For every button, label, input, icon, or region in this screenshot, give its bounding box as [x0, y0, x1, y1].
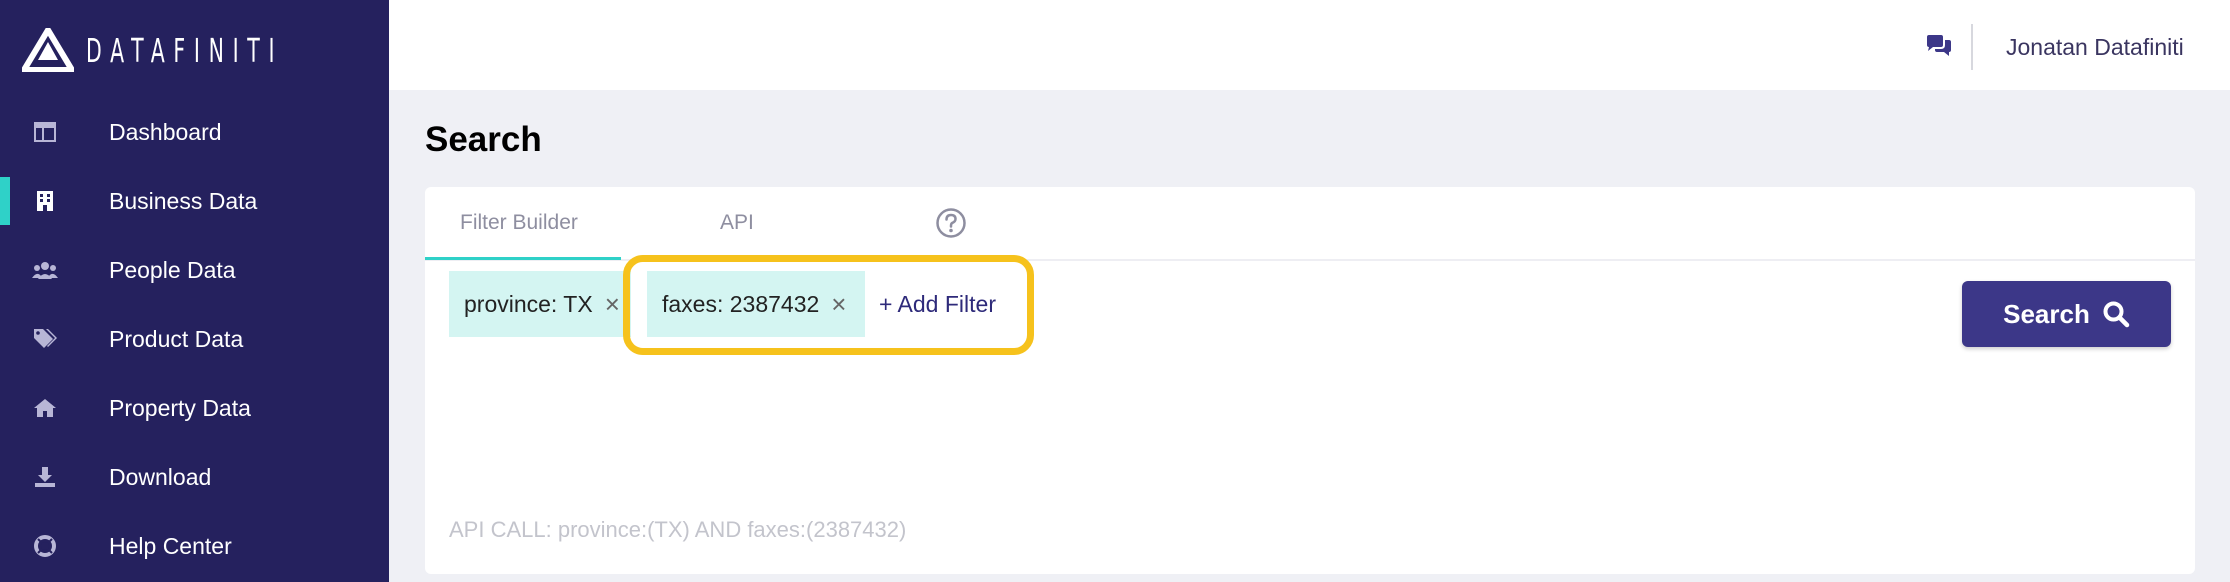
search-button[interactable]: Search: [1962, 281, 2171, 347]
tab-api[interactable]: API: [720, 211, 754, 235]
users-icon: [32, 257, 58, 283]
building-icon: [32, 188, 58, 214]
page-title: Search: [425, 120, 542, 159]
home-icon: [32, 395, 58, 421]
sidebar-item-label: People Data: [109, 256, 236, 283]
sidebar-item-label: Business Data: [109, 187, 258, 214]
sidebar: DATAFINITI Dashboard Business Data Peopl…: [0, 0, 389, 582]
api-call-text: API CALL: province:(TX) AND faxes:(23874…: [449, 517, 907, 542]
search-icon: [2103, 301, 2130, 328]
help-icon[interactable]: [935, 207, 967, 239]
header-divider: [1971, 24, 1973, 70]
brand-logo[interactable]: DATAFINITI: [22, 28, 404, 72]
sidebar-item-dashboard[interactable]: Dashboard: [0, 106, 389, 158]
sidebar-item-label: Property Data: [109, 394, 251, 421]
remove-filter-icon[interactable]: ×: [831, 291, 846, 317]
filter-chip-label: province: TX: [464, 290, 593, 317]
brand-name: DATAFINITI: [86, 30, 284, 70]
sidebar-item-download[interactable]: Download: [0, 451, 389, 503]
top-header: Jonatan Datafiniti: [389, 0, 2230, 90]
sidebar-item-label: Help Center: [109, 532, 232, 559]
active-tab-indicator: [425, 257, 621, 260]
filter-chip: faxes: 2387432 ×: [647, 271, 865, 337]
sidebar-item-product-data[interactable]: Product Data: [0, 313, 389, 365]
download-icon: [32, 464, 58, 490]
sidebar-item-label: Product Data: [109, 325, 244, 352]
chat-icon[interactable]: [1925, 34, 1953, 58]
user-name[interactable]: Jonatan Datafiniti: [2006, 34, 2184, 61]
life-ring-icon: [32, 533, 58, 559]
search-card: Filter Builder API province: TX × faxes:…: [425, 187, 2195, 574]
tab-bar: Filter Builder API: [425, 187, 2195, 261]
datafiniti-logo-icon: [22, 28, 74, 72]
sidebar-item-help-center[interactable]: Help Center: [0, 520, 389, 572]
tab-filter-builder[interactable]: Filter Builder: [460, 211, 578, 235]
add-filter-button[interactable]: + Add Filter: [879, 291, 996, 318]
filter-chip: province: TX ×: [449, 271, 631, 337]
tags-icon: [32, 326, 58, 352]
dashboard-icon: [32, 119, 58, 145]
remove-filter-icon[interactable]: ×: [605, 291, 620, 317]
sidebar-item-label: Dashboard: [109, 118, 222, 145]
sidebar-item-label: Download: [109, 463, 212, 490]
sidebar-item-property-data[interactable]: Property Data: [0, 382, 389, 434]
sidebar-item-business-data[interactable]: Business Data: [0, 175, 389, 227]
sidebar-item-people-data[interactable]: People Data: [0, 244, 389, 296]
search-button-label: Search: [2003, 298, 2090, 329]
filter-chip-label: faxes: 2387432: [662, 290, 820, 317]
